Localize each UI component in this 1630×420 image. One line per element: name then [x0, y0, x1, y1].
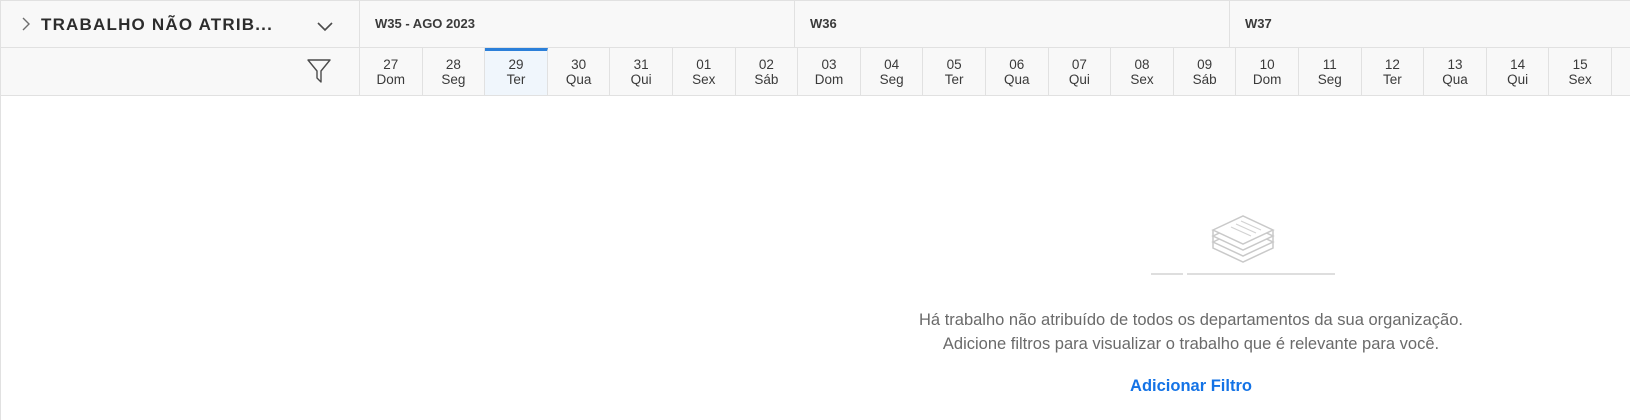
week-label: W36 — [810, 16, 837, 31]
stacked-papers-icon — [1151, 215, 1335, 275]
day-column: 05 Ter — [923, 48, 986, 95]
day-number: 30 — [571, 57, 587, 72]
funnel-icon[interactable] — [306, 57, 332, 85]
day-column: 08 Sex — [1111, 48, 1174, 95]
day-column: 06 Qua — [986, 48, 1049, 95]
day-number: 08 — [1134, 57, 1150, 72]
week-header-row: TRABALHO NÃO ATRIB... W35 - AGO 2023 W36… — [1, 0, 1630, 48]
day-number: 09 — [1197, 57, 1213, 72]
empty-state: Há trabalho não atribuído de todos os de… — [901, 210, 1581, 410]
empty-state-line-1: Há trabalho não atribuído de todos os de… — [919, 311, 1463, 329]
day-of-week: Qui — [1507, 72, 1529, 87]
day-number: 02 — [758, 57, 774, 72]
day-of-week: Dom — [1252, 72, 1282, 87]
day-column: 31 Qui — [610, 48, 673, 95]
week-label: W37 — [1245, 16, 1272, 31]
day-number: 14 — [1510, 57, 1526, 72]
section-title: TRABALHO NÃO ATRIB... — [41, 15, 274, 34]
day-of-week: Sáb — [754, 72, 779, 87]
day-number: 01 — [696, 57, 712, 72]
day-of-week: Seg — [1317, 72, 1342, 87]
day-column: 02 Sáb — [736, 48, 799, 95]
day-of-week: Sex — [1130, 72, 1154, 87]
day-of-week: Seg — [879, 72, 904, 87]
day-column: 01 Sex — [673, 48, 736, 95]
week-header-w35: W35 - AGO 2023 — [360, 1, 795, 48]
day-column: 09 Sáb — [1174, 48, 1237, 95]
week-header-w36: W36 — [795, 1, 1230, 48]
day-of-week: Ter — [1383, 72, 1402, 87]
empty-state-message: Há trabalho não atribuído de todos os de… — [901, 308, 1481, 356]
chevron-down-icon[interactable] — [315, 19, 335, 33]
empty-state-line-2: Adicione filtros para visualizar o traba… — [942, 335, 1440, 353]
day-of-week: Ter — [506, 72, 526, 87]
day-column: 10 Dom — [1236, 48, 1299, 95]
day-column: 27 Dom — [360, 48, 423, 95]
day-column: 03 Dom — [798, 48, 861, 95]
chevron-right-icon[interactable] — [19, 15, 33, 33]
day-of-week: Qua — [1442, 72, 1468, 87]
day-number: 04 — [884, 57, 900, 72]
day-number: 27 — [383, 57, 399, 72]
day-number: 13 — [1447, 57, 1463, 72]
day-column: 14 Qui — [1487, 48, 1550, 95]
day-number: 07 — [1071, 57, 1087, 72]
day-of-week: Qui — [1068, 72, 1090, 87]
day-number: 12 — [1384, 57, 1400, 72]
day-of-week: Ter — [944, 72, 964, 87]
day-number: 03 — [821, 57, 837, 72]
day-column: 30 Qua — [548, 48, 611, 95]
day-number: 31 — [633, 57, 649, 72]
day-column: 07 Qui — [1049, 48, 1112, 95]
week-header-w37: W37 — [1230, 1, 1630, 48]
day-column: 04 Seg — [861, 48, 924, 95]
day-number: 06 — [1009, 57, 1025, 72]
day-number: 15 — [1572, 57, 1588, 72]
add-filter-link[interactable]: Adicionar Filtro — [901, 377, 1481, 396]
day-of-week: Dom — [376, 72, 406, 87]
day-column: 11 Seg — [1299, 48, 1362, 95]
day-of-week: Seg — [441, 72, 466, 87]
day-of-week: Sex — [1568, 72, 1592, 87]
day-of-week: Dom — [814, 72, 844, 87]
day-number: 28 — [445, 57, 461, 72]
day-of-week: Qua — [565, 72, 592, 87]
day-column-today: 29 Ter — [485, 48, 548, 95]
section-header[interactable]: TRABALHO NÃO ATRIB... — [1, 1, 360, 48]
day-number: 11 — [1322, 57, 1337, 72]
day-header-row: 27 Dom 28 Seg 29 Ter 30 Qua 31 Qui 01 Sex 02 Sáb 03 Dom… — [1, 48, 1630, 96]
day-number: 29 — [508, 57, 524, 72]
week-label: W35 - AGO 2023 — [375, 16, 475, 31]
workload-grid: TRABALHO NÃO ATRIB... W35 - AGO 2023 W36… — [0, 0, 1630, 420]
day-number: 10 — [1259, 57, 1275, 72]
day-column: 12 Ter — [1362, 48, 1425, 95]
day-column: 15 Sex — [1549, 48, 1612, 95]
day-of-week: Sáb — [1192, 72, 1217, 87]
day-column: 28 Seg — [423, 48, 486, 95]
day-number: 05 — [946, 57, 962, 72]
day-of-week: Qua — [1004, 72, 1030, 87]
day-of-week: Qui — [630, 72, 652, 87]
day-of-week: Sex — [692, 72, 716, 87]
day-column: 13 Qua — [1424, 48, 1487, 95]
filter-cell — [1, 48, 360, 95]
